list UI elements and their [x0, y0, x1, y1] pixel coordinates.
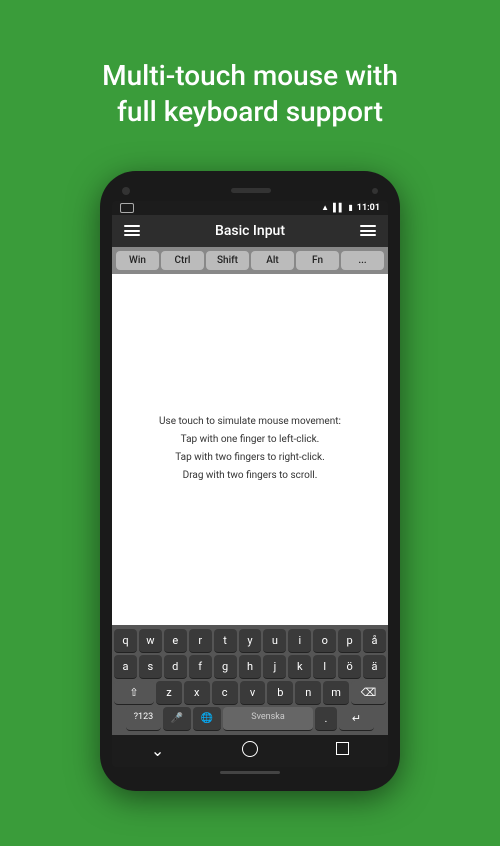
key-c[interactable]: c [212, 681, 238, 705]
key-u[interactable]: u [263, 629, 286, 653]
recents-icon [336, 742, 349, 755]
key-i[interactable]: i [288, 629, 311, 653]
key-alt[interactable]: Alt [251, 251, 294, 270]
key-q[interactable]: q [114, 629, 137, 653]
phone-top-bar [112, 183, 388, 201]
key-enter[interactable]: ↵ [339, 707, 374, 731]
key-t[interactable]: t [214, 629, 237, 653]
status-signal: ▌▌ [333, 203, 344, 212]
key-p[interactable]: p [338, 629, 361, 653]
key-a[interactable]: a [114, 655, 137, 679]
instruction-line-2: Tap with one finger to left-click. [159, 431, 341, 449]
app-bar-title: Basic Input [215, 223, 285, 239]
key-j[interactable]: j [263, 655, 286, 679]
keyboard-row-2: a s d f g h j k l ö ä [114, 655, 386, 679]
key-r[interactable]: r [189, 629, 212, 653]
key-backspace[interactable]: ⌫ [351, 681, 386, 705]
nav-bar: ⌄ [112, 735, 388, 767]
globe-icon: 🌐 [201, 713, 213, 724]
status-bar-left [120, 203, 134, 213]
overflow-line-3 [360, 234, 376, 236]
keyboard-row-3: ⇧ z x c v b n m ⌫ [114, 681, 386, 705]
instruction-line-3: Tap with two fingers to right-click. [159, 449, 341, 467]
key-mic[interactable]: 🎤 [163, 707, 191, 731]
key-o[interactable]: o [313, 629, 336, 653]
phone-bottom-bar [112, 767, 388, 779]
key-period[interactable]: . [315, 707, 337, 731]
status-wifi: ▲ [321, 203, 329, 212]
overflow-line-1 [360, 225, 376, 227]
phone-dot [372, 188, 378, 194]
key-g[interactable]: g [214, 655, 237, 679]
home-indicator [220, 771, 280, 774]
key-x[interactable]: x [184, 681, 210, 705]
keyboard-row-1: q w e r t y u i o p å [114, 629, 386, 653]
key-h[interactable]: h [239, 655, 262, 679]
key-globe[interactable]: 🌐 [193, 707, 221, 731]
menu-icon[interactable] [124, 225, 140, 236]
key-d[interactable]: d [164, 655, 187, 679]
overflow-menu-icon[interactable] [360, 225, 376, 236]
phone-camera [122, 187, 130, 195]
key-space[interactable]: Svenska [223, 707, 313, 731]
status-battery: ▮ [348, 203, 352, 212]
app-bar: Basic Input [112, 215, 388, 247]
touchpad-area[interactable]: Use touch to simulate mouse movement: Ta… [112, 274, 388, 625]
instruction-line-4: Drag with two fingers to scroll. [159, 467, 341, 485]
back-icon: ⌄ [151, 741, 164, 760]
hamburger-line-2 [124, 230, 140, 232]
phone-speaker [231, 188, 271, 193]
mic-icon: 🎤 [171, 713, 183, 724]
key-num-toggle[interactable]: ?123 [126, 707, 161, 731]
backspace-icon: ⌫ [361, 686, 377, 699]
nav-recents-button[interactable] [336, 742, 349, 759]
key-more[interactable]: ... [341, 251, 384, 270]
key-v[interactable]: v [240, 681, 266, 705]
app-header: Multi-touch mouse with full keyboard sup… [22, 0, 478, 171]
nav-home-button[interactable] [242, 741, 258, 761]
key-fn[interactable]: Fn [296, 251, 339, 270]
keyboard-section: q w e r t y u i o p å a s d f g h j [112, 625, 388, 735]
key-y[interactable]: y [239, 629, 262, 653]
key-f[interactable]: f [189, 655, 212, 679]
overflow-line-2 [360, 230, 376, 232]
key-l[interactable]: l [313, 655, 336, 679]
modifier-bar: Win Ctrl Shift Alt Fn ... [112, 247, 388, 274]
phone-device: ▲ ▌▌ ▮ 11:01 Basic Input Win Ctrl Shift [100, 171, 400, 791]
key-e[interactable]: e [164, 629, 187, 653]
key-b[interactable]: b [267, 681, 293, 705]
key-shift[interactable]: Shift [206, 251, 249, 270]
key-w[interactable]: w [139, 629, 162, 653]
hamburger-line-3 [124, 234, 140, 236]
key-oe[interactable]: ö [338, 655, 361, 679]
hamburger-line-1 [124, 225, 140, 227]
keyboard-status-icon [120, 203, 134, 213]
touchpad-instructions: Use touch to simulate mouse movement: Ta… [159, 413, 341, 485]
phone-screen: ▲ ▌▌ ▮ 11:01 Basic Input Win Ctrl Shift [112, 201, 388, 767]
nav-back-button[interactable]: ⌄ [151, 741, 164, 760]
key-shift-btn[interactable]: ⇧ [114, 681, 154, 705]
key-ctrl[interactable]: Ctrl [161, 251, 204, 270]
header-title: Multi-touch mouse with full keyboard sup… [62, 28, 438, 151]
key-m[interactable]: m [323, 681, 349, 705]
key-s[interactable]: s [139, 655, 162, 679]
key-ae[interactable]: ä [363, 655, 386, 679]
home-icon [242, 741, 258, 757]
key-n[interactable]: n [295, 681, 321, 705]
key-aa[interactable]: å [363, 629, 386, 653]
status-time: 11:01 [357, 203, 380, 213]
keyboard-row-4: ?123 🎤 🌐 Svenska . ↵ [114, 707, 386, 731]
key-win[interactable]: Win [116, 251, 159, 270]
enter-icon: ↵ [352, 712, 361, 725]
shift-icon: ⇧ [129, 686, 138, 699]
instruction-line-1: Use touch to simulate mouse movement: [159, 413, 341, 431]
status-bar: ▲ ▌▌ ▮ 11:01 [112, 201, 388, 215]
key-z[interactable]: z [156, 681, 182, 705]
key-k[interactable]: k [288, 655, 311, 679]
